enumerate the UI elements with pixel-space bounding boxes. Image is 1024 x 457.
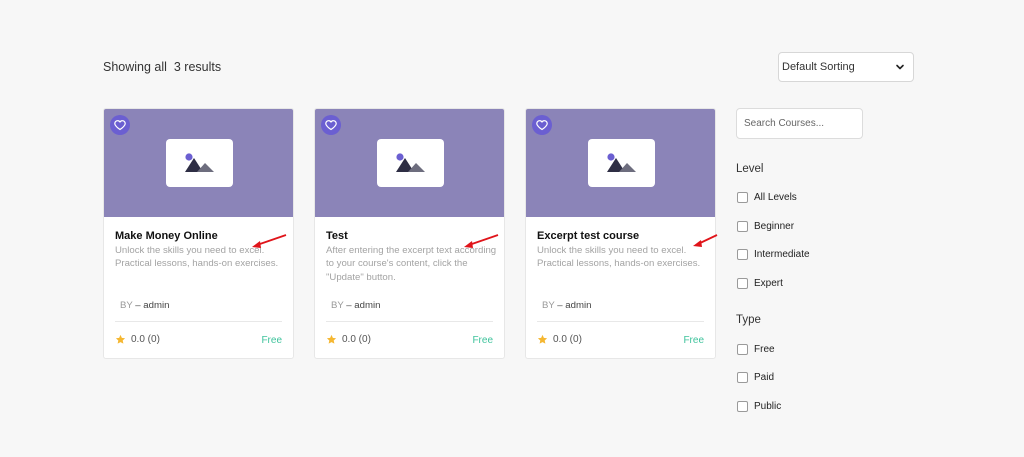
type-option-free[interactable]: Free bbox=[737, 344, 775, 355]
checkbox[interactable] bbox=[737, 372, 748, 383]
course-rating: 0.0 (0) bbox=[537, 334, 582, 345]
heart-icon bbox=[536, 120, 548, 131]
image-placeholder-icon bbox=[395, 153, 425, 172]
course-author: BY – admin bbox=[331, 300, 380, 311]
heart-icon bbox=[114, 120, 126, 131]
image-placeholder bbox=[166, 139, 233, 187]
level-option-intermediate[interactable]: Intermediate bbox=[737, 249, 810, 260]
course-price: Free bbox=[472, 335, 493, 346]
course-thumbnail[interactable] bbox=[526, 109, 715, 217]
checkbox[interactable] bbox=[737, 221, 748, 232]
course-title[interactable]: Test bbox=[326, 230, 348, 242]
checkbox[interactable] bbox=[737, 192, 748, 203]
chevron-down-icon bbox=[896, 64, 904, 70]
divider bbox=[537, 321, 704, 322]
course-excerpt: Unlock the skills you need to excel. Pra… bbox=[537, 245, 701, 270]
search-courses-input[interactable] bbox=[736, 108, 863, 139]
course-price: Free bbox=[683, 335, 704, 346]
level-filter-heading: Level bbox=[736, 163, 764, 175]
annotation-arrow-icon bbox=[693, 234, 718, 247]
image-placeholder-icon bbox=[606, 153, 636, 172]
course-rating: 0.0 (0) bbox=[326, 334, 371, 345]
checkbox[interactable] bbox=[737, 401, 748, 412]
option-label: Paid bbox=[754, 372, 775, 383]
star-icon bbox=[326, 334, 337, 344]
by-label: BY bbox=[331, 300, 344, 311]
level-option-all-levels[interactable]: All Levels bbox=[737, 192, 797, 203]
course-rating: 0.0 (0) bbox=[115, 334, 160, 345]
course-author: BY – admin bbox=[120, 300, 169, 311]
option-label: Beginner bbox=[754, 221, 795, 232]
type-option-public[interactable]: Public bbox=[737, 401, 781, 412]
image-placeholder-icon bbox=[184, 153, 214, 172]
course-card[interactable]: Excerpt test course Unlock the skills yo… bbox=[525, 108, 716, 359]
course-title[interactable]: Excerpt test course bbox=[537, 230, 639, 242]
checkbox[interactable] bbox=[737, 249, 748, 260]
course-thumbnail[interactable] bbox=[104, 109, 293, 217]
option-label: All Levels bbox=[754, 192, 797, 203]
image-placeholder bbox=[377, 139, 444, 187]
option-label: Free bbox=[754, 344, 775, 355]
course-author: BY – admin bbox=[542, 300, 591, 311]
course-thumbnail[interactable] bbox=[315, 109, 504, 217]
level-option-expert[interactable]: Expert bbox=[737, 278, 783, 289]
checkbox[interactable] bbox=[737, 344, 748, 355]
annotation-arrow-icon bbox=[252, 234, 287, 248]
wishlist-button[interactable] bbox=[532, 115, 552, 135]
divider bbox=[326, 321, 493, 322]
results-count: Showing all 3 results bbox=[103, 60, 222, 74]
image-placeholder bbox=[588, 139, 655, 187]
author-name[interactable]: – admin bbox=[135, 300, 169, 311]
divider bbox=[115, 321, 282, 322]
type-option-paid[interactable]: Paid bbox=[737, 372, 774, 383]
course-archive-page: Showing all 3 results Default Sorting Ma… bbox=[0, 0, 1024, 457]
type-filter-heading: Type bbox=[736, 314, 761, 326]
rating-value: 0.0 (0) bbox=[553, 334, 582, 345]
course-price: Free bbox=[261, 335, 282, 346]
level-option-beginner[interactable]: Beginner bbox=[737, 221, 794, 232]
course-title[interactable]: Make Money Online bbox=[115, 230, 218, 242]
wishlist-button[interactable] bbox=[321, 115, 341, 135]
by-label: BY bbox=[120, 300, 133, 311]
author-name[interactable]: – admin bbox=[346, 300, 380, 311]
star-icon bbox=[115, 334, 126, 344]
sort-selected-value: Default Sorting bbox=[782, 61, 855, 73]
option-label: Public bbox=[754, 401, 782, 412]
wishlist-button[interactable] bbox=[110, 115, 130, 135]
option-label: Intermediate bbox=[754, 249, 810, 260]
heart-icon bbox=[325, 120, 337, 131]
star-icon bbox=[537, 334, 548, 344]
annotation-arrow-icon bbox=[464, 234, 499, 248]
sort-dropdown[interactable]: Default Sorting bbox=[778, 52, 914, 82]
option-label: Expert bbox=[754, 278, 783, 289]
by-label: BY bbox=[542, 300, 555, 311]
author-name[interactable]: – admin bbox=[557, 300, 591, 311]
rating-value: 0.0 (0) bbox=[342, 334, 371, 345]
checkbox[interactable] bbox=[737, 278, 748, 289]
rating-value: 0.0 (0) bbox=[131, 334, 160, 345]
course-excerpt: After entering the excerpt text accordin… bbox=[326, 245, 497, 283]
